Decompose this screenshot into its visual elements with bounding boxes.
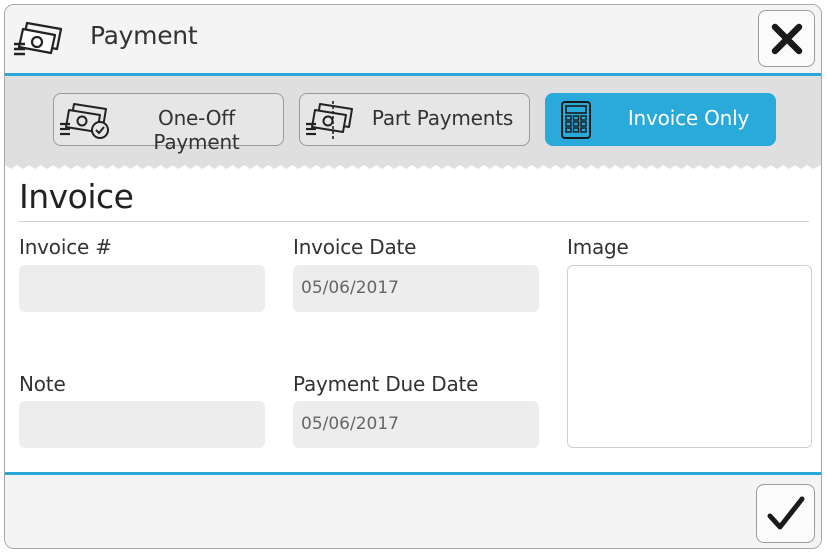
confirm-button[interactable] xyxy=(756,484,815,543)
invoice-number-label: Invoice # xyxy=(19,235,112,259)
section-divider xyxy=(19,221,809,222)
money-split-icon xyxy=(306,101,353,139)
payment-due-date-label: Payment Due Date xyxy=(293,372,479,396)
section-title: Invoice xyxy=(19,177,134,216)
calculator-icon xyxy=(561,101,591,139)
invoice-date-value: 05/06/2017 xyxy=(301,278,399,298)
money-check-icon xyxy=(60,103,109,139)
dialog-footer xyxy=(5,472,821,548)
dialog-header: Payment xyxy=(5,5,821,76)
tab-invoice-only[interactable]: Invoice Only xyxy=(545,93,776,146)
note-input[interactable] xyxy=(19,401,265,448)
zigzag-divider xyxy=(5,165,821,171)
image-label: Image xyxy=(567,235,629,259)
invoice-date-input[interactable]: 05/06/2017 xyxy=(293,265,539,312)
tab-one-off-payment[interactable]: One-Off Payment xyxy=(53,93,284,154)
payment-type-tabs: One-Off Payment Part Payments Invoice On… xyxy=(5,76,821,171)
dialog-title: Payment xyxy=(90,21,198,50)
tab-label: One-Off Payment xyxy=(153,106,240,154)
payment-dialog: Payment One-Off Payment Part Payments In… xyxy=(4,4,822,549)
checkmark-icon xyxy=(767,496,805,530)
payment-due-date-input[interactable]: 05/06/2017 xyxy=(293,401,539,448)
image-dropzone[interactable] xyxy=(567,265,812,448)
note-label: Note xyxy=(19,372,66,396)
tab-part-payments[interactable]: Part Payments xyxy=(299,93,530,146)
close-button[interactable] xyxy=(758,10,815,67)
payment-due-date-value: 05/06/2017 xyxy=(301,414,399,434)
invoice-date-label: Invoice Date xyxy=(293,235,417,259)
close-icon xyxy=(771,23,803,55)
invoice-number-input[interactable] xyxy=(19,265,265,312)
tab-label: Part Payments xyxy=(371,106,514,130)
money-bills-icon xyxy=(14,21,63,56)
tab-label: Invoice Only xyxy=(627,106,750,130)
